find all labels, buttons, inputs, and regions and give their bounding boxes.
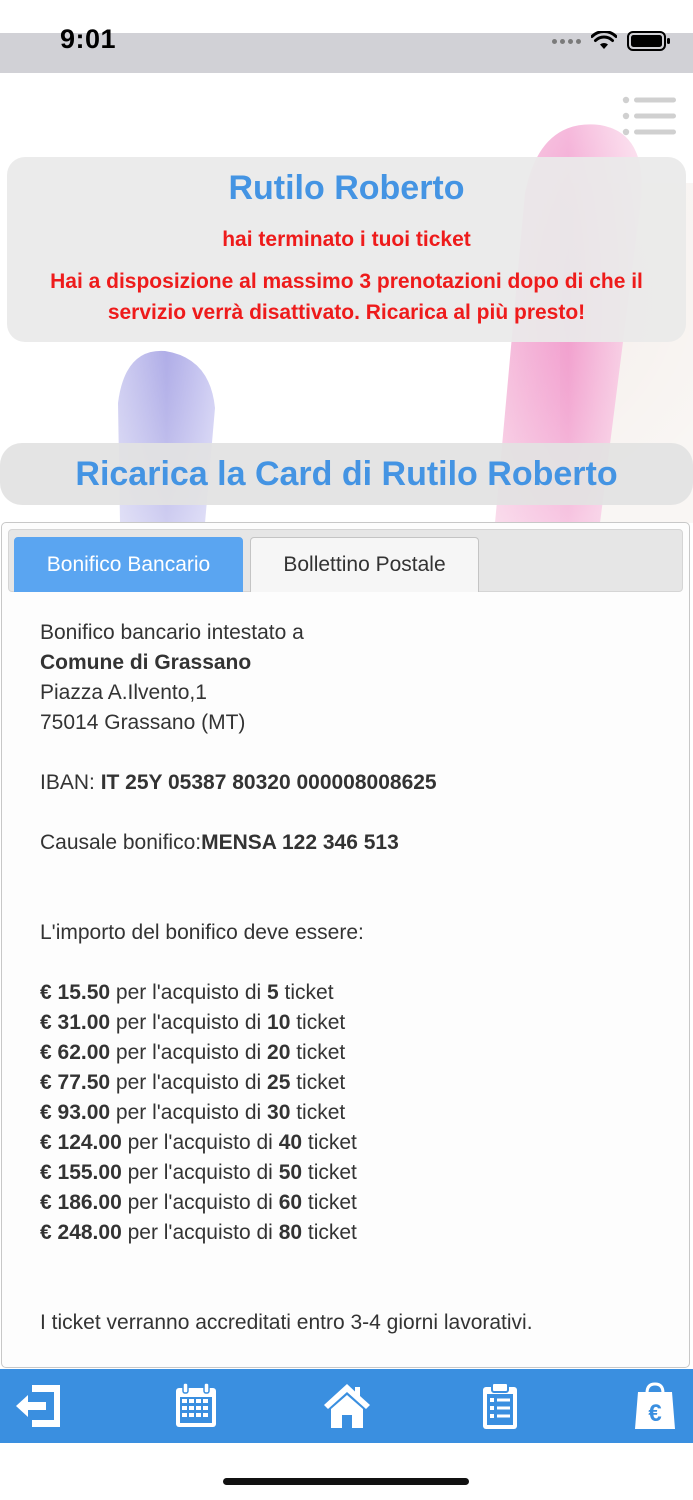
- causale-label: Causale bonifico:: [40, 831, 202, 854]
- transfer-intro: Bonifico bancario intestato a: [40, 621, 304, 644]
- price-amount: € 31.00: [40, 1011, 111, 1034]
- causale-value: MENSA 122 346 513: [201, 831, 399, 854]
- home-icon[interactable]: [322, 1381, 372, 1431]
- address-line-1: Piazza A.Ilvento,1: [40, 681, 207, 704]
- price-text: per l'acquisto di: [110, 1011, 268, 1034]
- price-row: € 248.00 per l'acquisto di 80 ticket: [40, 1218, 660, 1248]
- ticket-suffix: ticket: [302, 1131, 357, 1154]
- bottom-navigation: €: [0, 1369, 693, 1443]
- credit-timing-note: I ticket verranno accreditati entro 3-4 …: [40, 1311, 533, 1334]
- tab-bonifico-bancario[interactable]: Bonifico Bancario: [14, 537, 243, 592]
- price-row: € 31.00 per l'acquisto di 10 ticket: [40, 1008, 660, 1038]
- ticket-suffix: ticket: [290, 1101, 346, 1124]
- ticket-quantity: 60: [278, 1191, 303, 1214]
- price-amount: € 186.00: [40, 1191, 122, 1214]
- tickets-ended-message: hai terminato i tuoi ticket: [222, 228, 471, 251]
- price-row: € 62.00 per l'acquisto di 20 ticket: [40, 1038, 660, 1068]
- price-text: per l'acquisto di: [110, 1041, 268, 1064]
- price-row: € 186.00 per l'acquisto di 60 ticket: [40, 1188, 660, 1218]
- ticket-quantity: 40: [278, 1131, 303, 1154]
- address-line-2: 75014 Grassano (MT): [40, 711, 246, 734]
- ticket-warning-card: Rutilo Roberto hai terminato i tuoi tick…: [7, 157, 686, 342]
- ticket-suffix: ticket: [302, 1191, 357, 1214]
- home-indicator-area: [0, 1443, 693, 1500]
- user-name: Rutilo Roberto: [228, 169, 465, 207]
- ticket-suffix: ticket: [278, 981, 334, 1004]
- price-text: per l'acquisto di: [121, 1191, 279, 1214]
- price-amount: € 62.00: [40, 1041, 111, 1064]
- ticket-quantity: 50: [278, 1161, 303, 1184]
- price-amount: € 124.00: [40, 1131, 122, 1154]
- ticket-suffix: ticket: [290, 1071, 346, 1094]
- ticket-quantity: 10: [267, 1011, 291, 1034]
- payment-panel: Bonifico Bancario Bollettino Postale Bon…: [1, 522, 690, 1368]
- ticket-quantity: 5: [267, 981, 279, 1004]
- ticket-suffix: ticket: [302, 1221, 357, 1244]
- logout-icon[interactable]: [14, 1381, 64, 1431]
- payment-tabs: Bonifico Bancario Bollettino Postale: [8, 529, 683, 592]
- euro-bag-icon[interactable]: €: [630, 1381, 680, 1431]
- price-row: € 77.50 per l'acquisto di 25 ticket: [40, 1068, 660, 1098]
- ticket-quantity: 30: [267, 1101, 291, 1124]
- signal-icon: [552, 38, 581, 44]
- price-row: € 155.00 per l'acquisto di 50 ticket: [40, 1158, 660, 1188]
- svg-text:€: €: [648, 1400, 661, 1427]
- price-text: per l'acquisto di: [110, 981, 268, 1004]
- ticket-quantity: 25: [267, 1071, 291, 1094]
- status-time: 9:01: [60, 24, 117, 54]
- price-amount: € 77.50: [40, 1071, 111, 1094]
- ticket-quantity: 80: [278, 1221, 303, 1244]
- price-text: per l'acquisto di: [121, 1221, 279, 1244]
- clipboard-list-icon[interactable]: [475, 1381, 525, 1431]
- calendar-icon[interactable]: [171, 1381, 221, 1431]
- hamburger-menu-icon[interactable]: [620, 94, 676, 138]
- battery-icon: [627, 31, 670, 51]
- causale-row: Causale bonifico:MENSA 122 346 513: [40, 828, 660, 858]
- service-warning-message: Hai a disposizione al massimo 3 prenotaz…: [50, 270, 643, 324]
- recharge-title: Ricarica la Card di Rutilo Roberto: [0, 443, 693, 505]
- bank-transfer-details: Bonifico bancario intestato a Comune di …: [40, 618, 660, 1338]
- ticket-quantity: 20: [267, 1041, 291, 1064]
- price-amount: € 248.00: [40, 1221, 122, 1244]
- amount-intro: L'importo del bonifico deve essere:: [40, 921, 364, 944]
- home-indicator[interactable]: [223, 1478, 469, 1485]
- price-text: per l'acquisto di: [121, 1161, 279, 1184]
- wifi-icon: [591, 31, 617, 49]
- price-text: per l'acquisto di: [110, 1071, 268, 1094]
- price-row: € 93.00 per l'acquisto di 30 ticket: [40, 1098, 660, 1128]
- price-row: € 15.50 per l'acquisto di 5 ticket: [40, 978, 660, 1008]
- price-text: per l'acquisto di: [110, 1101, 268, 1124]
- ticket-suffix: ticket: [302, 1161, 357, 1184]
- price-row: € 124.00 per l'acquisto di 40 ticket: [40, 1128, 660, 1158]
- price-amount: € 155.00: [40, 1161, 122, 1184]
- iban-row: IBAN: IT 25Y 05387 80320 000008008625: [40, 768, 660, 798]
- iban-label: IBAN:: [40, 771, 101, 794]
- recipient-name: Comune di Grassano: [40, 651, 252, 674]
- price-amount: € 93.00: [40, 1101, 111, 1124]
- status-icons: [552, 30, 671, 52]
- iban-value: IT 25Y 05387 80320 000008008625: [100, 771, 437, 794]
- ticket-suffix: ticket: [290, 1041, 346, 1064]
- price-text: per l'acquisto di: [121, 1131, 279, 1154]
- tab-bollettino-postale[interactable]: Bollettino Postale: [250, 537, 479, 592]
- price-amount: € 15.50: [40, 981, 111, 1004]
- ticket-suffix: ticket: [290, 1011, 346, 1034]
